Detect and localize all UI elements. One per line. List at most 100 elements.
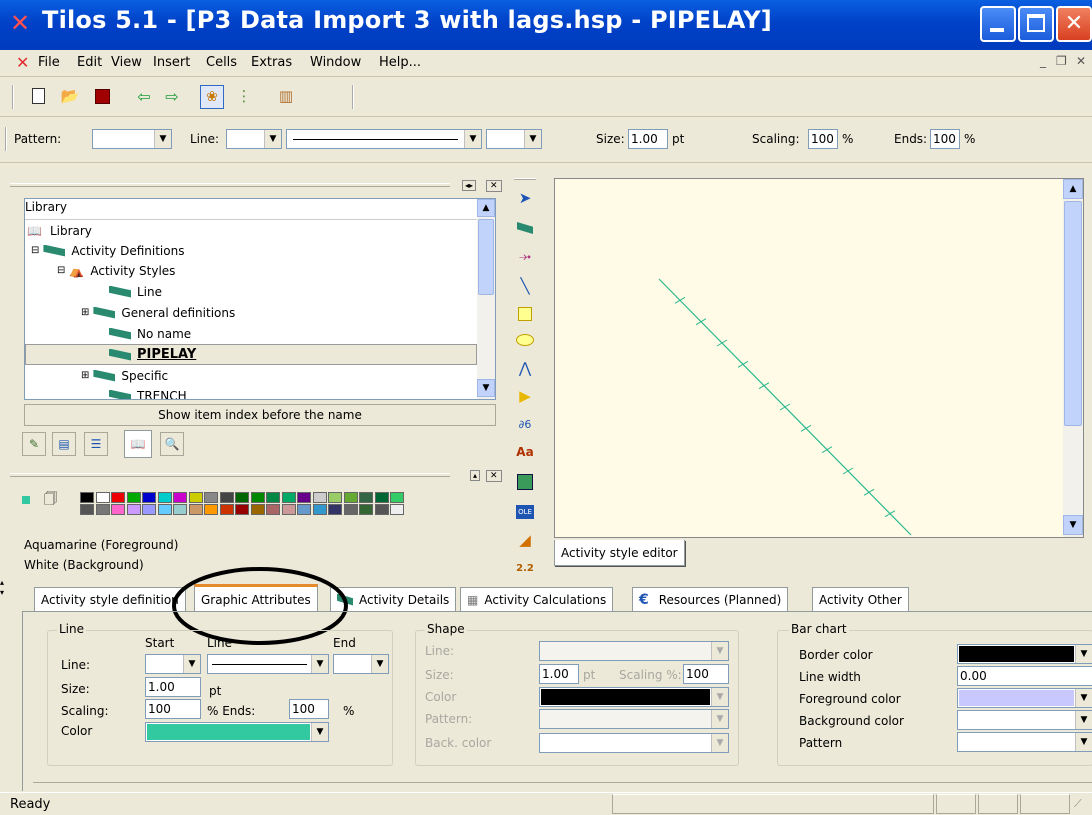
- line-end-dropdown[interactable]: ▼: [333, 654, 389, 674]
- line-size-input[interactable]: 1.00: [145, 677, 201, 697]
- menu-window[interactable]: Window: [310, 55, 361, 70]
- pointer-icon[interactable]: ➤: [515, 188, 535, 208]
- editor-scrollbar[interactable]: ▲ ▼: [1063, 179, 1083, 537]
- menu-help[interactable]: Help...: [379, 55, 421, 70]
- palette-color-cell[interactable]: [297, 492, 311, 503]
- palette-close-icon[interactable]: ✕: [486, 470, 502, 482]
- palette-color-cell[interactable]: [188, 492, 203, 503]
- editor-scroll-thumb[interactable]: [1064, 201, 1082, 426]
- palette-color-cell[interactable]: [188, 504, 203, 515]
- library-scrollbar[interactable]: ▲ ▼: [477, 199, 495, 399]
- tree-item-no-name[interactable]: No name: [109, 323, 191, 344]
- palette-color-cell[interactable]: [173, 492, 187, 503]
- resource-icon[interactable]: ▥: [276, 86, 296, 106]
- palette-color-cell[interactable]: [173, 504, 187, 515]
- mdi-close-icon[interactable]: ✕: [1076, 54, 1086, 68]
- spacing-tool-icon[interactable]: 2.2: [515, 558, 535, 578]
- scroll-thumb[interactable]: [478, 219, 494, 295]
- rectangle-tool-icon[interactable]: [515, 304, 535, 324]
- activity-tool-icon[interactable]: [515, 218, 535, 238]
- palette-color-cell[interactable]: [312, 492, 327, 503]
- palette-color-cell[interactable]: [204, 492, 218, 503]
- palette-color-cell[interactable]: [297, 504, 311, 515]
- scaling-input[interactable]: 100: [808, 129, 838, 149]
- palette-color-cell[interactable]: [219, 504, 234, 515]
- fill-tool-icon[interactable]: ◢: [515, 530, 535, 550]
- palette-color-cell[interactable]: [266, 492, 280, 503]
- palette-color-cell[interactable]: [204, 504, 218, 515]
- menu-extras[interactable]: Extras: [251, 55, 292, 70]
- palette-color-cell[interactable]: [95, 504, 110, 515]
- palette-color-cell[interactable]: [80, 504, 94, 515]
- palette-color-cell[interactable]: [359, 492, 373, 503]
- chart-icon[interactable]: ▤: [52, 432, 76, 456]
- tab-resources-planned[interactable]: € Resources (Planned): [632, 587, 789, 611]
- palette-color-cell[interactable]: [281, 492, 296, 503]
- line-start-select[interactable]: ▼: [226, 129, 282, 149]
- scroll-down-icon[interactable]: ▼: [477, 379, 495, 397]
- tree-item-pipelay[interactable]: PIPELAY: [109, 344, 196, 365]
- show-index-button[interactable]: Show item index before the name: [24, 404, 496, 426]
- palette-color-cell[interactable]: [142, 504, 156, 515]
- palette-color-cell[interactable]: [328, 492, 342, 503]
- tree-item-specific[interactable]: ⊞ Specific: [81, 365, 168, 386]
- shape-scaling-input[interactable]: 100: [683, 664, 729, 684]
- tab-activity-style-definition[interactable]: Activity style definition: [34, 587, 186, 611]
- menu-cells[interactable]: Cells: [206, 55, 237, 70]
- size-input[interactable]: 1.00: [628, 129, 668, 149]
- palette-color-cell[interactable]: [157, 504, 172, 515]
- line-color-dropdown[interactable]: ▼: [145, 722, 329, 742]
- polyline-tool-icon[interactable]: ⋀: [515, 358, 535, 378]
- shape-back-color-dropdown[interactable]: ▼: [539, 733, 729, 753]
- palette-arrows-icon[interactable]: ▴: [470, 470, 481, 481]
- mdi-restore-icon[interactable]: ❐: [1056, 54, 1067, 68]
- palette-color-cell[interactable]: [390, 492, 404, 503]
- shape-line-dropdown[interactable]: ▼: [539, 641, 729, 661]
- pattern-select[interactable]: ▼: [92, 129, 172, 149]
- resize-grip-icon[interactable]: ⟋: [1074, 797, 1082, 811]
- tab-activity-calculations[interactable]: ▦ Activity Calculations: [460, 587, 614, 611]
- back-arrow-icon[interactable]: ⇦: [134, 86, 154, 106]
- close-button[interactable]: ✕: [1056, 6, 1092, 42]
- search-icon[interactable]: 🔍: [160, 432, 184, 456]
- palette-color-cell[interactable]: [235, 492, 249, 503]
- border-color-dropdown[interactable]: ▼: [957, 644, 1092, 664]
- editor-scroll-up-icon[interactable]: ▲: [1063, 179, 1083, 199]
- ends-input[interactable]: 100: [930, 129, 960, 149]
- open-folder-icon[interactable]: 📂: [60, 86, 80, 106]
- canvas-area[interactable]: [555, 179, 1063, 537]
- editor-scroll-down-icon[interactable]: ▼: [1063, 515, 1083, 535]
- palette-color-cell[interactable]: [250, 492, 265, 503]
- palette-color-cell[interactable]: [343, 504, 358, 515]
- shape-color-dropdown[interactable]: ▼: [539, 687, 729, 707]
- style-editor-canvas[interactable]: ▲ ▼: [554, 178, 1084, 538]
- line-scaling-input[interactable]: 100: [145, 699, 201, 719]
- palette-color-cell[interactable]: [390, 504, 404, 515]
- palette-grid[interactable]: [80, 492, 410, 522]
- notes-icon[interactable]: ☰: [84, 432, 108, 456]
- palette-color-cell[interactable]: [126, 492, 141, 503]
- pane-close-icon[interactable]: ✕: [486, 180, 502, 192]
- ellipse-tool-icon[interactable]: [515, 330, 535, 350]
- line-ends-input[interactable]: 100: [289, 699, 329, 719]
- palette-color-cell[interactable]: [111, 504, 125, 515]
- menu-insert[interactable]: Insert: [153, 55, 190, 70]
- line-end-select[interactable]: ▼: [486, 129, 542, 149]
- tree-item-library[interactable]: 📖 Library: [27, 220, 92, 241]
- bar-pattern-dropdown[interactable]: ▼: [957, 732, 1092, 752]
- save-icon[interactable]: [92, 86, 112, 106]
- tree-item-trench[interactable]: TRENCH: [109, 385, 187, 399]
- palette-color-cell[interactable]: [359, 504, 373, 515]
- forward-arrow-icon[interactable]: ⇨: [162, 86, 182, 106]
- line-style-select[interactable]: ▼: [286, 129, 482, 149]
- minimize-button[interactable]: [980, 6, 1016, 42]
- maximize-button[interactable]: [1018, 6, 1054, 42]
- palette-toggle-icon[interactable]: ❀: [200, 85, 224, 109]
- tree-item-line[interactable]: Line: [109, 281, 162, 302]
- palette-color-cell[interactable]: [328, 504, 342, 515]
- tab-activity-other[interactable]: Activity Other: [812, 587, 909, 611]
- fg-color-dropdown[interactable]: ▼: [957, 688, 1092, 708]
- triangle-tool-icon[interactable]: ▶: [515, 386, 535, 406]
- tree-item-activity-styles[interactable]: ⊟ ⛺ Activity Styles: [57, 260, 175, 281]
- palette-color-cell[interactable]: [142, 492, 156, 503]
